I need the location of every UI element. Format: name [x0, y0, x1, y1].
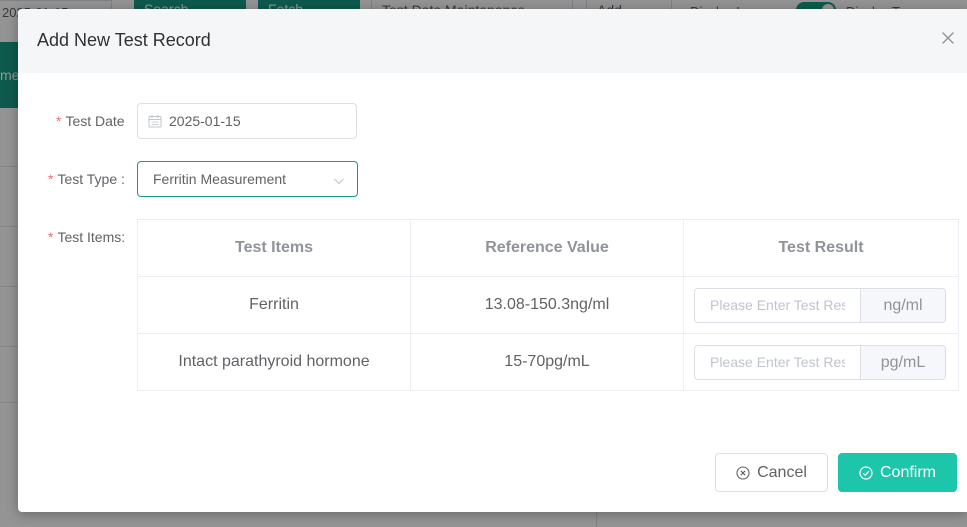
test-result-input-group: ng/ml — [694, 287, 946, 323]
test-result-input-group: pg/mL — [694, 344, 946, 380]
test-type-value: Ferritin Measurement — [153, 171, 287, 187]
reference-value: 15-70pg/mL — [410, 333, 684, 391]
test-items-label: * Test Items: — [48, 229, 126, 245]
check-circle-icon — [859, 465, 873, 480]
test-item-name: Intact parathyroid hormone — [137, 333, 411, 391]
test-result-cell: ng/ml — [683, 276, 959, 334]
chevron-down-icon — [333, 174, 345, 186]
required-asterisk: * — [48, 171, 54, 187]
test-result-cell: pg/mL — [683, 333, 959, 391]
test-date-picker[interactable]: 2025-01-15 — [137, 103, 357, 139]
cancel-button[interactable]: Cancel — [715, 453, 828, 492]
test-result-input[interactable] — [694, 287, 860, 323]
test-item-name: Ferritin — [137, 276, 411, 334]
column-header-test-result: Test Result — [683, 219, 959, 277]
close-icon[interactable] — [938, 28, 958, 48]
table-row: Intact parathyroid hormone 15-70pg/mL pg… — [137, 333, 959, 391]
cancel-button-label: Cancel — [757, 463, 807, 481]
test-type-label: * Test Type : — [48, 171, 125, 187]
table-header-row: Test Items Reference Value Test Result — [137, 219, 959, 277]
reference-value: 13.08-150.3ng/ml — [410, 276, 684, 334]
dialog-header: Add New Test Record — [18, 9, 967, 73]
test-date-value: 2025-01-15 — [169, 113, 241, 129]
required-asterisk: * — [48, 229, 54, 245]
test-date-label: * Test Date — [56, 113, 125, 129]
required-asterisk: * — [56, 113, 62, 129]
unit-addon: pg/mL — [860, 344, 946, 380]
table-row: Ferritin 13.08-150.3ng/ml ng/ml — [137, 276, 959, 334]
calendar-icon — [148, 114, 162, 128]
unit-addon: ng/ml — [860, 287, 946, 323]
column-header-test-items: Test Items — [137, 219, 411, 277]
confirm-button-label: Confirm — [879, 463, 936, 481]
column-header-reference-value: Reference Value — [410, 219, 684, 277]
test-type-select[interactable]: Ferritin Measurement — [137, 161, 358, 197]
test-items-table: Test Items Reference Value Test Result F… — [137, 219, 959, 391]
test-result-input[interactable] — [694, 344, 860, 380]
confirm-button[interactable]: Confirm — [838, 453, 957, 492]
add-test-record-dialog: Add New Test Record * Test Date 2025-01-1… — [18, 9, 967, 512]
close-circle-icon — [736, 465, 750, 480]
dialog-title: Add New Test Record — [37, 30, 211, 50]
